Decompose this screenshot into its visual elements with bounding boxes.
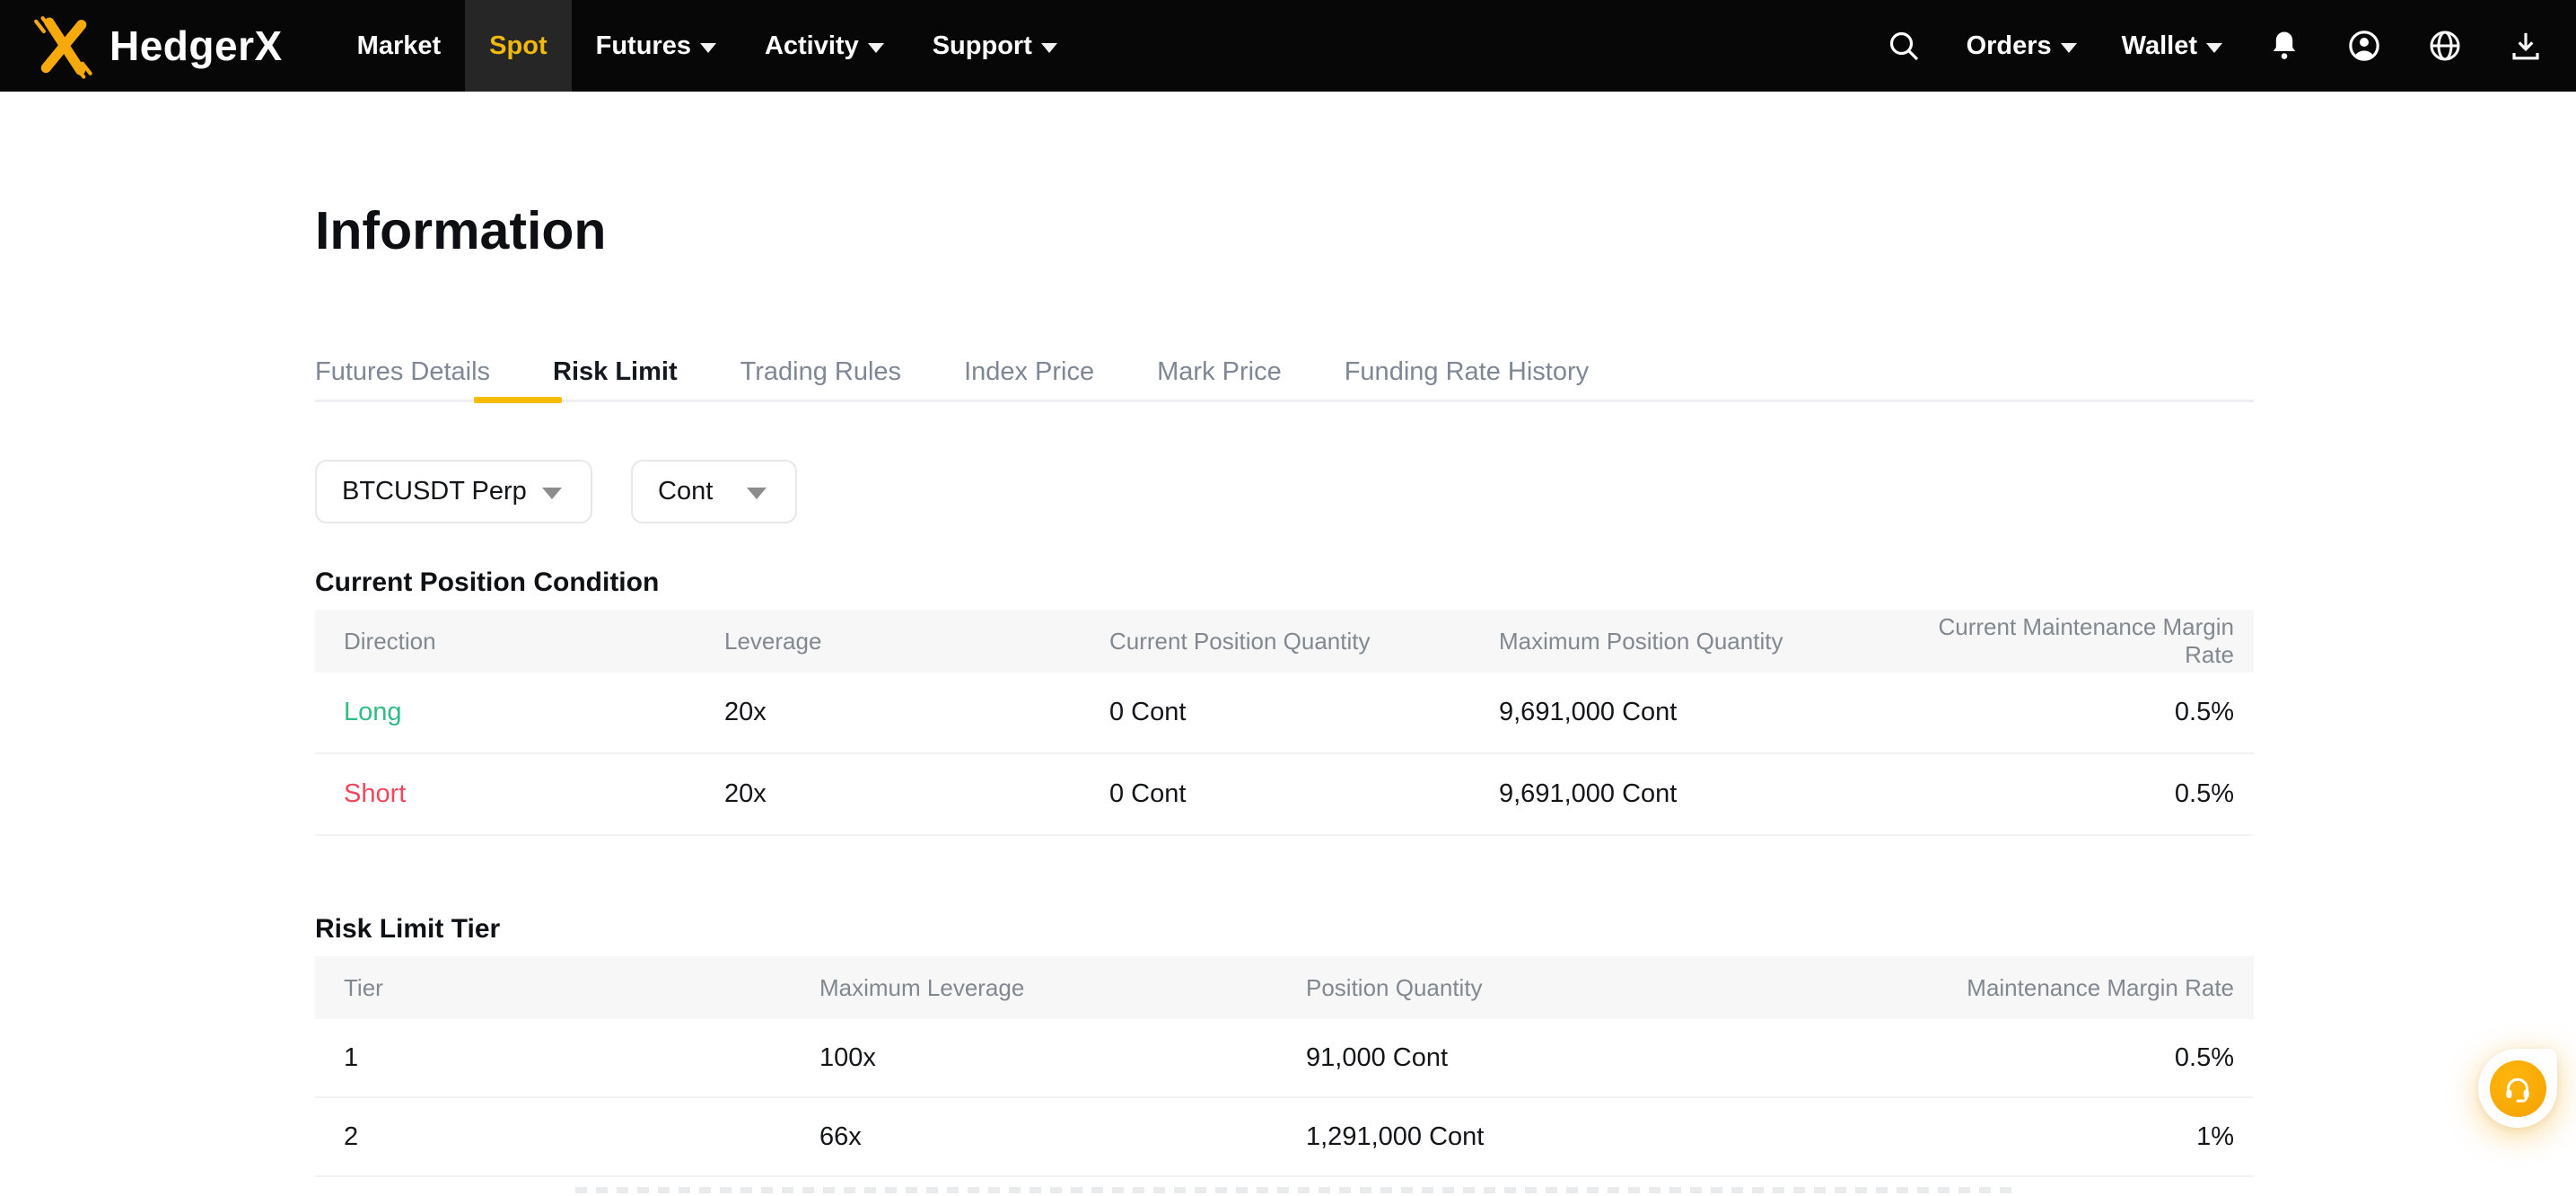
leverage-value: 20x [724, 779, 1109, 809]
brand[interactable]: HedgerX [0, 0, 310, 92]
current-qty-value: 0 Cont [1109, 779, 1499, 809]
nav-item-label: Futures [596, 31, 691, 61]
col-direction: Direction [315, 628, 724, 655]
current-position-section: Current Position Condition Direction Lev… [315, 567, 2254, 836]
download-icon[interactable] [2508, 28, 2544, 64]
globe-icon[interactable] [2427, 28, 2463, 64]
table-row: Long 20x 0 Cont 9,691,000 Cont 0.5% [315, 673, 2254, 754]
col-current-maintenance-margin-rate: Current Maintenance Margin Rate [1885, 613, 2254, 669]
orders-menu[interactable]: Orders [1967, 31, 2077, 61]
bell-icon[interactable] [2267, 29, 2301, 63]
tier-value: 2 [315, 1122, 819, 1152]
chevron-down-icon [2061, 43, 2077, 53]
symbol-select[interactable]: BTCUSDT Perp [315, 460, 592, 523]
col-leverage: Leverage [724, 628, 1109, 655]
col-maximum-position-quantity: Maximum Position Quantity [1499, 628, 1885, 655]
wallet-label: Wallet [2122, 31, 2197, 61]
page-title: Information [315, 199, 2254, 262]
unit-select-value: Cont [658, 477, 713, 506]
nav-item-futures[interactable]: Futures [572, 0, 740, 92]
main-content: Information Futures Details Risk Limit T… [315, 199, 2254, 1193]
chevron-down-icon [868, 43, 884, 53]
risk-limit-tier-section: Risk Limit Tier Tier Maximum Leverage Po… [315, 913, 2254, 1193]
tab-risk-limit[interactable]: Risk Limit [553, 356, 678, 388]
orders-label: Orders [1967, 31, 2052, 61]
headset-icon [2490, 1060, 2546, 1117]
max-qty-value: 9,691,000 Cont [1499, 698, 1885, 727]
active-tab-indicator [474, 397, 562, 403]
direction-short: Short [315, 779, 724, 809]
table-row: 2 66x 1,291,000 Cont 1% [315, 1098, 2254, 1177]
table-row: Short 20x 0 Cont 9,691,000 Cont 0.5% [315, 754, 2254, 836]
main-menu: Market Spot Futures Activity Support [333, 0, 1082, 92]
direction-long: Long [315, 698, 724, 727]
position-qty-value: 1,291,000 Cont [1306, 1122, 1844, 1152]
tab-index-price[interactable]: Index Price [964, 356, 1094, 388]
current-position-title: Current Position Condition [315, 567, 2254, 599]
top-nav: HedgerX Market Spot Futures Activity Sup… [0, 0, 2576, 92]
table-row: 1 100x 91,000 Cont 0.5% [315, 1019, 2254, 1098]
hedgerx-logo-icon [31, 13, 97, 79]
chevron-down-icon [700, 43, 716, 53]
risk-limit-tier-title: Risk Limit Tier [315, 913, 2254, 945]
chevron-down-icon [2206, 43, 2222, 53]
chevron-down-icon [1041, 43, 1057, 53]
margin-rate-value: 0.5% [1885, 698, 2254, 727]
max-qty-value: 9,691,000 Cont [1499, 779, 1885, 809]
search-icon[interactable] [1886, 28, 1922, 64]
margin-rate-value: 1% [1844, 1122, 2254, 1152]
max-leverage-value: 100x [819, 1043, 1306, 1073]
tab-bar: Futures Details Risk Limit Trading Rules… [315, 356, 2254, 402]
margin-rate-value: 0.5% [1885, 779, 2254, 809]
nav-item-market[interactable]: Market [333, 0, 466, 92]
filters-row: BTCUSDT Perp Cont [315, 460, 2254, 523]
col-maximum-leverage: Maximum Leverage [819, 974, 1306, 1002]
position-qty-value: 91,000 Cont [1306, 1043, 1844, 1073]
margin-rate-value: 0.5% [1844, 1043, 2254, 1073]
brand-name: HedgerX [110, 22, 283, 70]
max-leverage-value: 66x [819, 1122, 1306, 1152]
nav-item-support[interactable]: Support [908, 0, 1082, 92]
chevron-down-icon [747, 488, 767, 499]
tab-trading-rules[interactable]: Trading Rules [740, 356, 901, 388]
tab-mark-price[interactable]: Mark Price [1157, 356, 1282, 388]
current-position-header-row: Direction Leverage Current Position Quan… [315, 610, 2254, 673]
risk-limit-header-row: Tier Maximum Leverage Position Quantity … [315, 956, 2254, 1019]
col-current-position-quantity: Current Position Quantity [1109, 628, 1499, 655]
col-tier: Tier [315, 974, 819, 1002]
chevron-down-icon [542, 488, 562, 499]
tab-futures-details[interactable]: Futures Details [315, 356, 490, 388]
nav-item-label: Activity [765, 31, 859, 61]
nav-item-label: Spot [489, 31, 547, 61]
support-chat-button[interactable] [2478, 1049, 2557, 1128]
unit-select[interactable]: Cont [631, 460, 797, 523]
current-qty-value: 0 Cont [1109, 698, 1499, 727]
wallet-menu[interactable]: Wallet [2122, 31, 2222, 61]
nav-item-label: Support [933, 31, 1032, 61]
nav-item-spot[interactable]: Spot [465, 0, 571, 92]
nav-item-label: Market [357, 31, 442, 61]
tier-value: 1 [315, 1043, 819, 1073]
clipped-next-row [575, 1187, 2011, 1193]
leverage-value: 20x [724, 698, 1109, 727]
col-position-quantity: Position Quantity [1306, 974, 1844, 1002]
tab-funding-rate-history[interactable]: Funding Rate History [1345, 356, 1589, 388]
nav-right: Orders Wallet [1886, 0, 2576, 92]
nav-item-activity[interactable]: Activity [740, 0, 908, 92]
symbol-select-value: BTCUSDT Perp [342, 477, 527, 506]
col-maintenance-margin-rate: Maintenance Margin Rate [1844, 974, 2254, 1002]
account-icon[interactable] [2346, 28, 2382, 64]
